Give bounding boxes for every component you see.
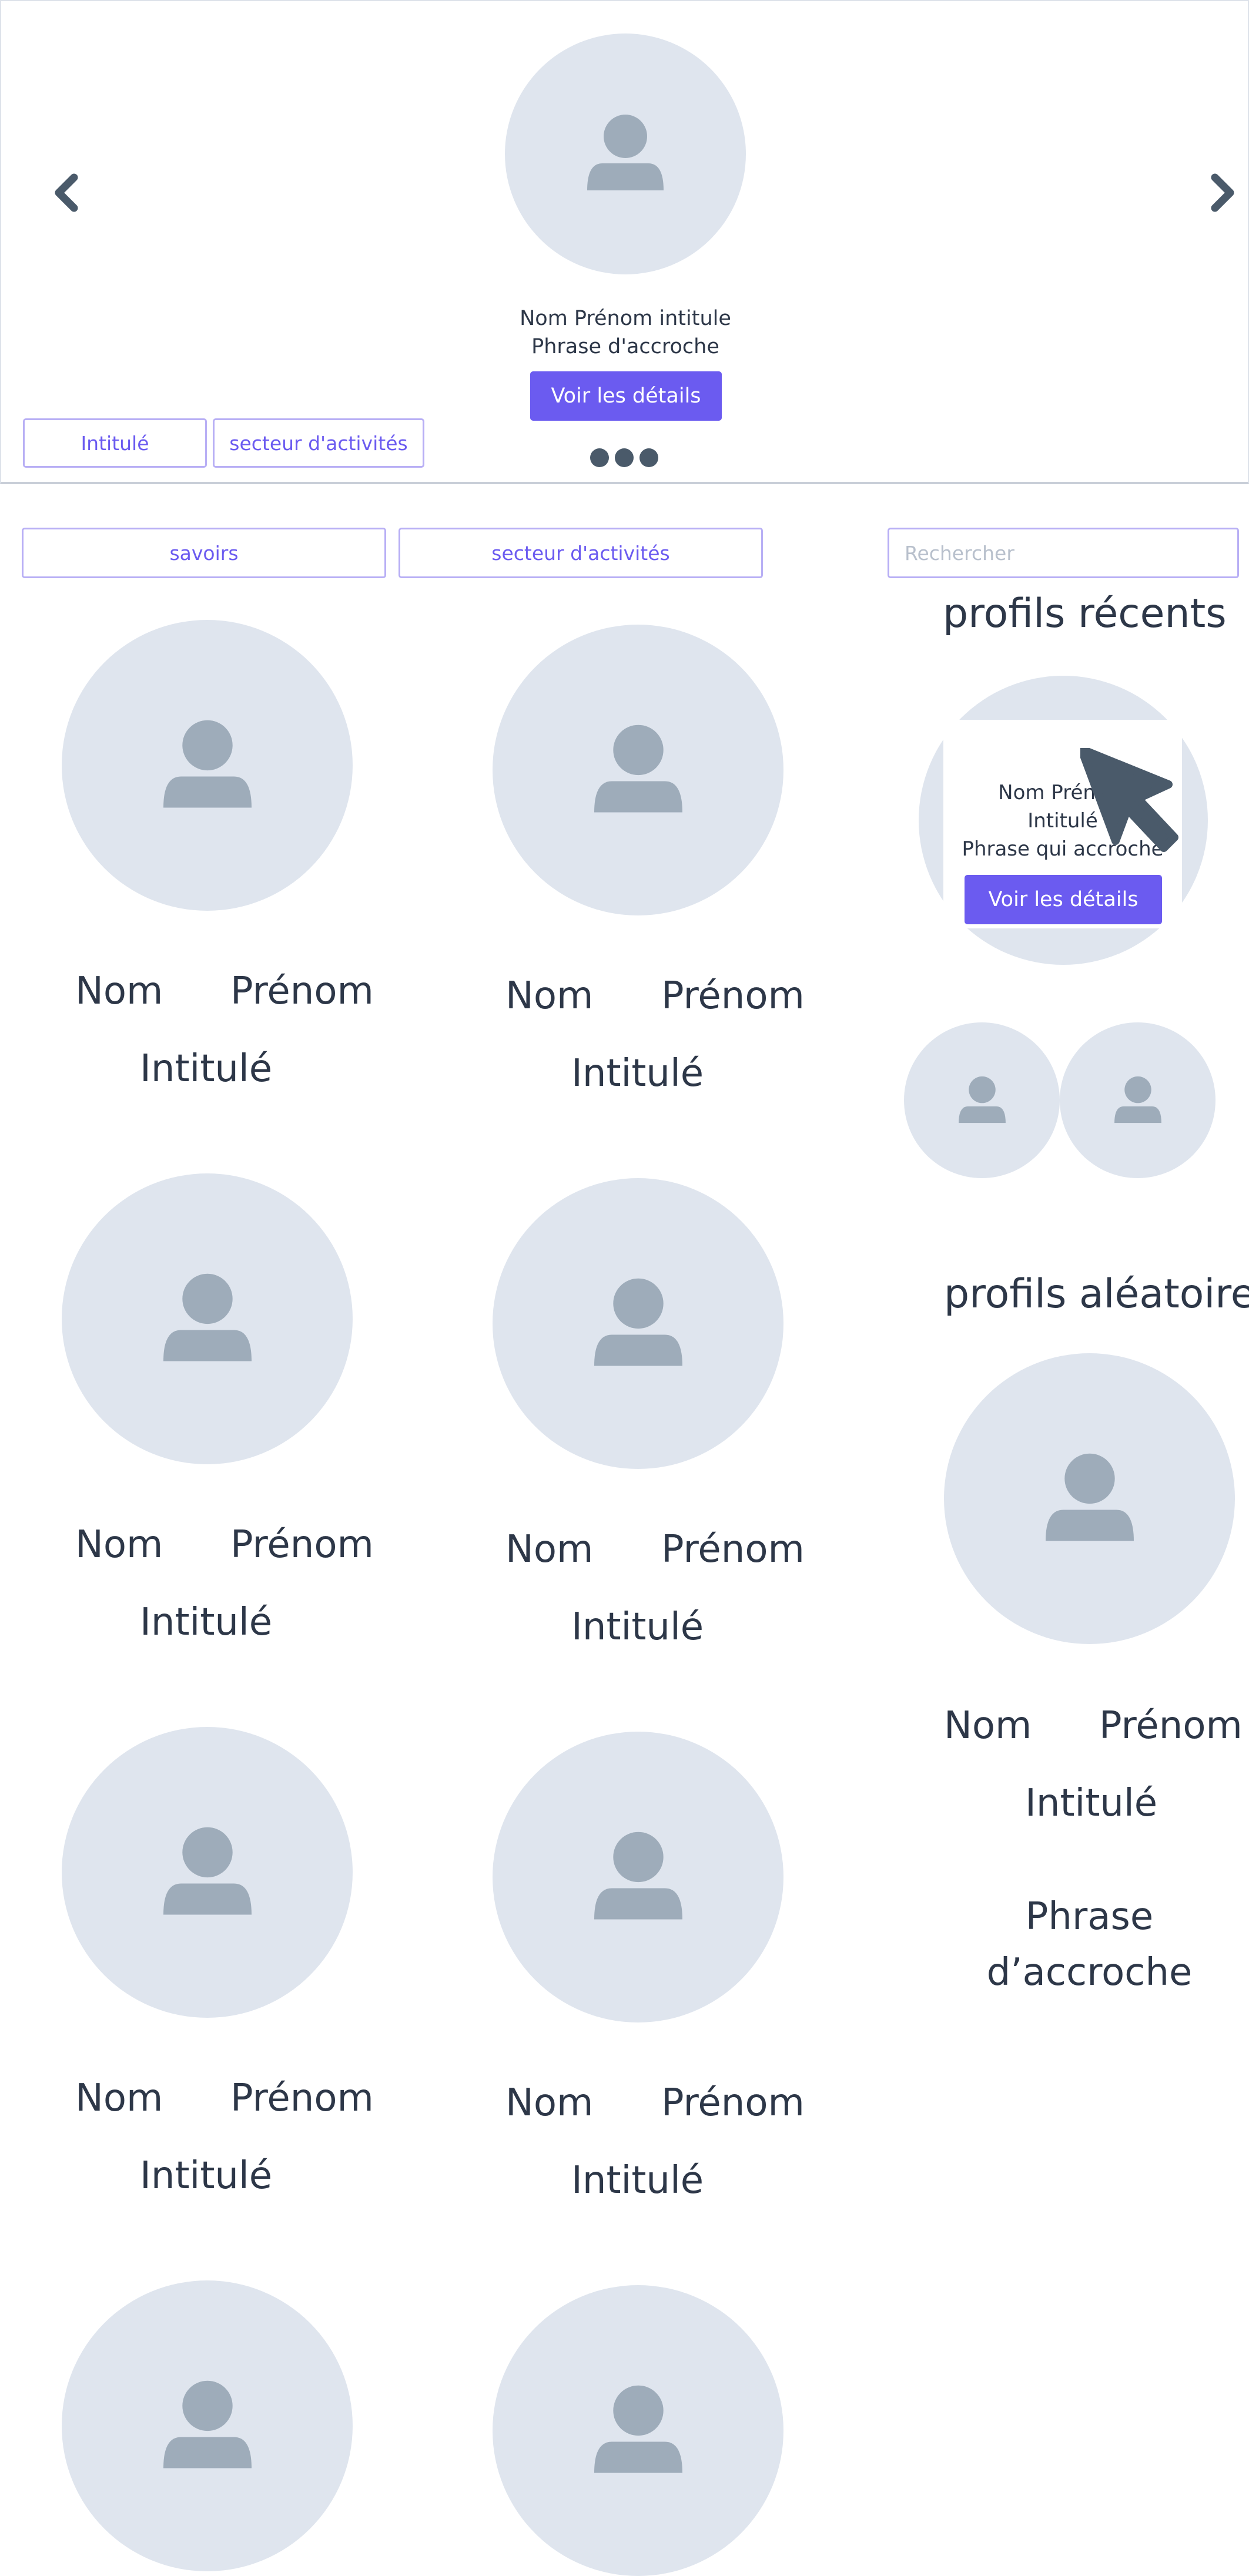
profile-card-prenom: Prénom: [230, 1523, 374, 1567]
carousel-pagination: [590, 448, 658, 467]
pagination-dot[interactable]: [615, 448, 634, 467]
carousel-prev-button[interactable]: [49, 169, 85, 216]
user-icon: [163, 1827, 252, 1915]
user-icon: [1045, 1453, 1134, 1541]
user-icon: [587, 115, 664, 190]
chevron-right-icon: [1211, 173, 1234, 212]
profile-carousel: Nom Prénom intitule Phrase d'accroche Vo…: [0, 0, 1249, 484]
profile-card-avatar[interactable]: [62, 2280, 353, 2571]
profile-card-intitule: Intitulé: [571, 1605, 704, 1649]
random-profiles-heading: profils aléatoire: [944, 1271, 1249, 1317]
profile-card-nom: Nom: [75, 970, 163, 1013]
filter-savoirs-button[interactable]: savoirs: [22, 528, 386, 578]
tagline-line: Phrase: [1025, 1895, 1154, 1938]
user-icon: [163, 2380, 252, 2468]
profile-card-intitule: Intitulé: [571, 1052, 704, 1095]
profile-card-nom: Nom: [505, 2081, 594, 2125]
random-profile-nom: Nom: [944, 1704, 1032, 1747]
user-icon: [1114, 1076, 1161, 1123]
profile-card-intitule: Intitulé: [140, 1601, 273, 1644]
carousel-tagline: Phrase d'accroche: [531, 335, 719, 358]
recent-profiles-heading: profils récents: [943, 591, 1227, 637]
search-input[interactable]: [888, 528, 1239, 578]
carousel-details-button[interactable]: Voir les détails: [530, 371, 722, 421]
profile-card-avatar[interactable]: [62, 1173, 353, 1464]
random-profile-intitule: Intitulé: [1025, 1782, 1158, 1825]
profile-card-avatar[interactable]: [493, 625, 783, 915]
user-icon: [163, 720, 252, 808]
recent-profile-thumb[interactable]: [1060, 1022, 1215, 1178]
cursor-arrow-icon: [1080, 748, 1178, 852]
profile-card-intitule: Intitulé: [140, 2154, 273, 2198]
user-icon: [163, 1273, 252, 1361]
user-icon: [594, 724, 682, 813]
profile-card-prenom: Prénom: [230, 970, 374, 1013]
profile-card-avatar[interactable]: [493, 2285, 783, 2576]
user-icon: [594, 2385, 682, 2473]
filter-intitule-button[interactable]: Intitulé: [23, 418, 207, 468]
random-profile-avatar[interactable]: [944, 1353, 1235, 1644]
profile-card-avatar[interactable]: [493, 1178, 783, 1469]
carousel-next-button[interactable]: [1204, 169, 1240, 216]
profile-card-intitule: Intitulé: [140, 1047, 273, 1091]
profile-card-nom: Nom: [75, 1523, 163, 1567]
filter-secteur-button[interactable]: secteur d'activités: [213, 418, 424, 468]
tagline-line: d’accroche: [986, 1951, 1193, 1994]
recent-profile-thumb[interactable]: [904, 1022, 1060, 1178]
profile-card-nom: Nom: [505, 1528, 594, 1571]
user-icon: [958, 1076, 1006, 1123]
recent-details-button[interactable]: Voir les détails: [965, 875, 1162, 924]
random-profile-tagline: Phrase d’accroche: [944, 1889, 1235, 2001]
profile-card-avatar[interactable]: [493, 1732, 783, 2022]
filter-secteur-activites-button[interactable]: secteur d'activités: [399, 528, 763, 578]
profile-card-avatar[interactable]: [62, 620, 353, 911]
user-icon: [594, 1832, 682, 1920]
profile-card-prenom: Prénom: [661, 974, 805, 1018]
chevron-left-icon: [55, 173, 78, 212]
profile-card-avatar[interactable]: [62, 1727, 353, 2018]
carousel-avatar: [505, 33, 746, 274]
random-profile-prenom: Prénom: [1099, 1704, 1243, 1747]
profile-card-prenom: Prénom: [661, 1528, 805, 1571]
profile-card-intitule: Intitulé: [571, 2159, 704, 2202]
pagination-dot[interactable]: [639, 448, 658, 467]
carousel-profile-line: Nom Prénom intitule: [520, 307, 731, 330]
profile-card-prenom: Prénom: [661, 2081, 805, 2125]
profile-card-prenom: Prénom: [230, 2077, 374, 2120]
profile-card-nom: Nom: [505, 974, 594, 1018]
pagination-dot[interactable]: [590, 448, 609, 467]
profile-card-nom: Nom: [75, 2077, 163, 2120]
user-icon: [594, 1278, 682, 1366]
